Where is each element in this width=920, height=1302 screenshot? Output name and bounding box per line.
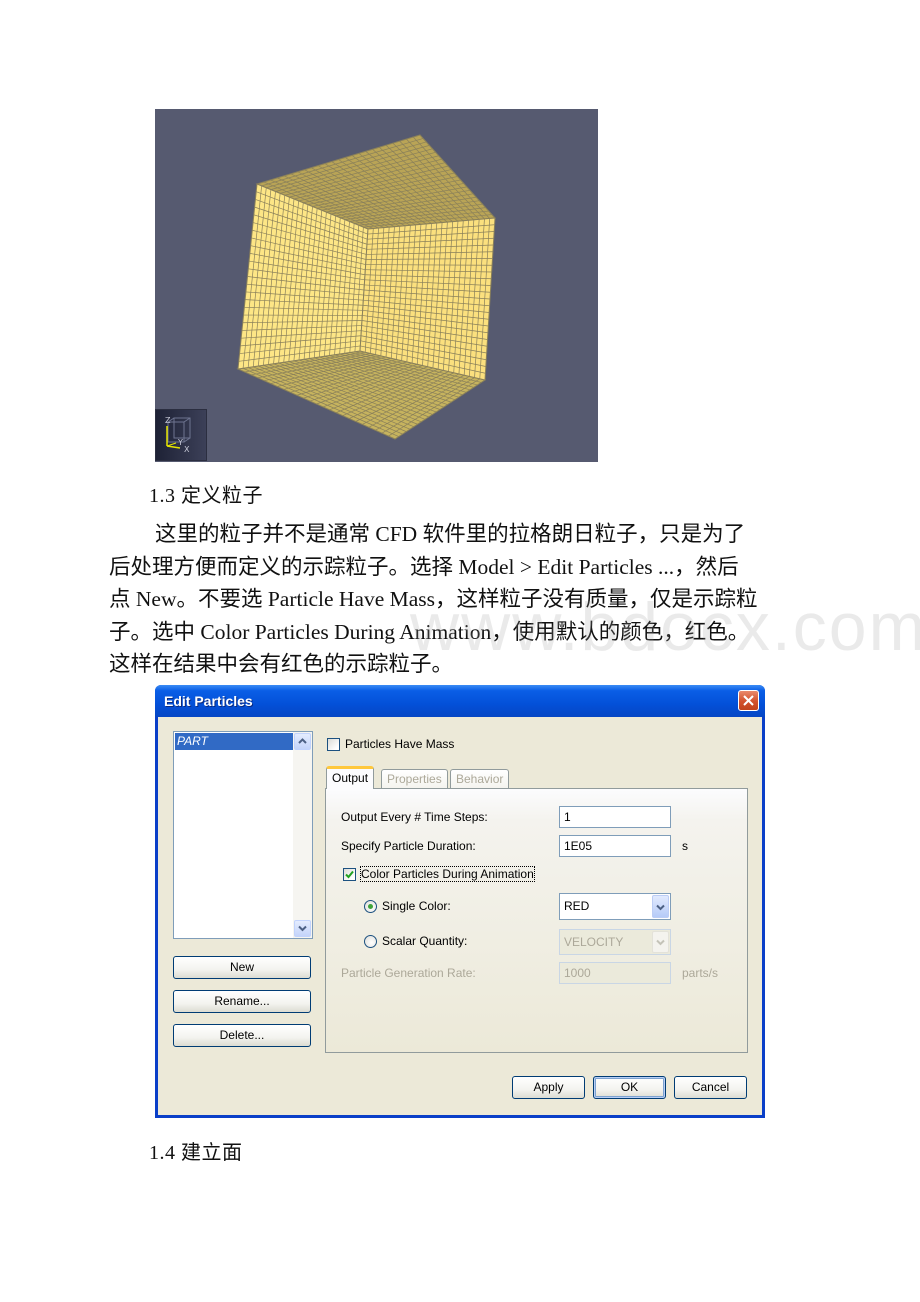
- tab-behavior[interactable]: Behavior: [450, 769, 510, 789]
- axis-label-x: X: [184, 445, 190, 454]
- section-heading-1-3: 1.3 定义粒子: [149, 485, 263, 507]
- ok-button[interactable]: OK: [593, 1076, 666, 1099]
- single-color-select[interactable]: RED: [559, 893, 671, 920]
- dialog-titlebar[interactable]: Edit Particles: [155, 685, 765, 717]
- list-item[interactable]: PART: [175, 733, 293, 750]
- mesh-figure: [236, 134, 497, 440]
- tab-output[interactable]: Output: [326, 766, 375, 789]
- chevron-down-icon: [656, 904, 665, 911]
- list-scrollbar[interactable]: [293, 732, 312, 938]
- radio-selected-dot: [368, 904, 373, 909]
- close-icon: [743, 695, 754, 706]
- checkmark-icon: [345, 870, 354, 879]
- chevron-down-icon: [656, 939, 665, 946]
- single-color-value: RED: [564, 899, 590, 913]
- color-during-animation-label[interactable]: Color Particles During Animation: [360, 866, 535, 882]
- scroll-up-button[interactable]: [294, 733, 311, 750]
- paragraph-line: 后处理方便而定义的示踪粒子。选择 Model > Edit Particles …: [109, 554, 739, 579]
- particles-have-mass-label[interactable]: Particles Have Mass: [345, 737, 454, 751]
- apply-button[interactable]: Apply: [512, 1076, 585, 1099]
- delete-button[interactable]: Delete...: [173, 1024, 311, 1047]
- section-heading-1-4: 1.4 建立面: [149, 1142, 243, 1164]
- axis-label-y: Y: [177, 438, 183, 447]
- paragraph-line: 子。选中 Color Particles During Animation，使用…: [109, 619, 750, 644]
- duration-label: Specify Particle Duration:: [341, 839, 476, 853]
- mesh-viewport: Z Y X: [155, 109, 598, 462]
- generation-rate-unit: parts/s: [682, 966, 719, 980]
- output-tab-panel: [325, 788, 748, 1053]
- tab-properties[interactable]: Properties: [381, 769, 448, 789]
- duration-input[interactable]: 1E05: [559, 835, 671, 857]
- duration-unit: s: [682, 839, 688, 853]
- cancel-button[interactable]: Cancel: [674, 1076, 747, 1099]
- time-steps-label: Output Every # Time Steps:: [341, 810, 488, 824]
- single-color-radio[interactable]: [364, 900, 377, 913]
- axis-triad-icon: Z Y X: [165, 416, 191, 454]
- scalar-quantity-radio[interactable]: [364, 935, 377, 948]
- paragraph-line: 点 New。不要选 Particle Have Mass，这样粒子没有质量，仅是…: [109, 587, 758, 611]
- scroll-down-button[interactable]: [294, 920, 311, 937]
- generation-rate-input[interactable]: 1000: [559, 962, 671, 984]
- new-button[interactable]: New: [173, 956, 311, 979]
- right-wall-face: [359, 217, 496, 381]
- rename-button[interactable]: Rename...: [173, 990, 311, 1013]
- close-button[interactable]: [738, 690, 759, 711]
- particles-have-mass-checkbox[interactable]: [327, 738, 340, 751]
- generation-rate-label: Particle Generation Rate:: [341, 966, 476, 980]
- dialog-body: PART New Rename... Delete... Particles H…: [158, 717, 762, 1115]
- edit-particles-dialog: Edit Particles PART New Rename... Delete…: [155, 685, 765, 1118]
- dialog-title: Edit Particles: [164, 693, 253, 709]
- axis-triad: Z Y X: [155, 409, 207, 461]
- paragraph-line: 这里的粒子并不是通常 CFD 软件里的拉格朗日粒子，只是为了: [155, 522, 746, 546]
- scalar-quantity-value: VELOCITY: [564, 935, 624, 949]
- color-during-animation-checkbox[interactable]: [343, 868, 356, 881]
- axis-label-z: Z: [165, 416, 171, 425]
- dropdown-button[interactable]: [652, 895, 669, 918]
- scalar-quantity-select[interactable]: VELOCITY: [559, 929, 671, 955]
- single-color-label[interactable]: Single Color:: [382, 899, 451, 913]
- chevron-up-icon: [298, 738, 307, 744]
- time-steps-input[interactable]: 1: [559, 806, 671, 828]
- paragraph-line: 这样在结果中会有红色的示踪粒子。: [109, 652, 454, 676]
- dropdown-button[interactable]: [652, 931, 669, 953]
- scalar-quantity-label[interactable]: Scalar Quantity:: [382, 934, 467, 948]
- section-paragraph: 这里的粒子并不是通常 CFD 软件里的拉格朗日粒子，只是为了 后处理方便而定义的…: [109, 518, 819, 681]
- particle-list[interactable]: PART: [173, 731, 313, 939]
- chevron-down-icon: [298, 925, 307, 932]
